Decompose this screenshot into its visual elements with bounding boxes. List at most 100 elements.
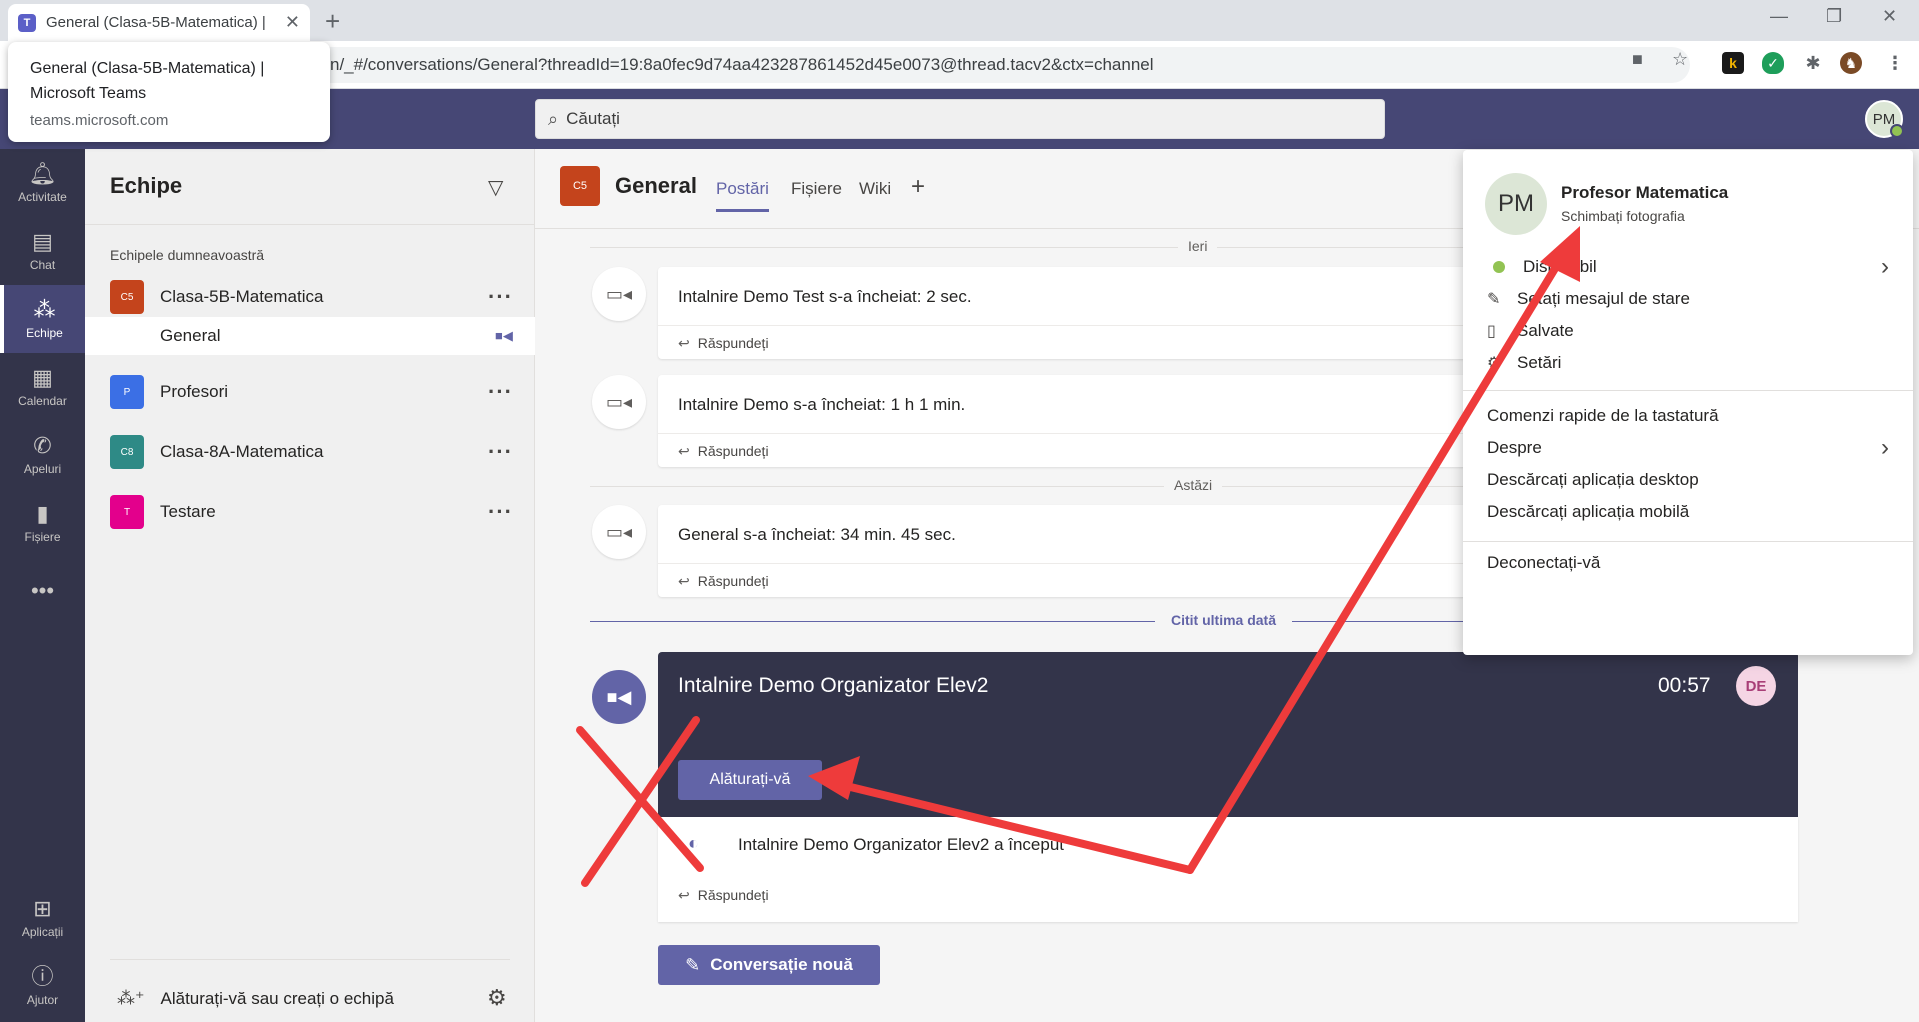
set-status-label: Setați mesajul de stare	[1517, 289, 1690, 308]
star-icon[interactable]: ☆	[1672, 49, 1688, 70]
search-input[interactable]: ⌕ Căutați	[535, 99, 1385, 139]
rail-item-chat[interactable]: ▤ Chat	[0, 217, 85, 285]
help-icon: ⓘ	[31, 964, 54, 989]
last-read-label: Citit ultima dată	[1155, 612, 1293, 628]
profile-avatar[interactable]: PM	[1485, 173, 1547, 235]
meeting-timer: 00:57	[1658, 674, 1711, 697]
tab-wiki[interactable]: Wiki	[859, 179, 891, 199]
meeting-title: Intalnire Demo Organizator Elev2	[678, 674, 989, 697]
download-desktop-item[interactable]: Descărcați aplicația desktop	[1487, 470, 1699, 490]
team-row-testare[interactable]: T Testare ···	[85, 486, 535, 538]
join-meeting-button[interactable]: Alăturați-vă	[678, 760, 822, 800]
extension-k-icon[interactable]: k	[1722, 52, 1744, 74]
date-label: Ieri	[1178, 238, 1218, 254]
channel-avatar: C5	[560, 166, 600, 206]
message-text: Intalnire Demo Test s-a încheiat: 2 sec.	[678, 287, 972, 306]
team-row-profesori[interactable]: P Profesori ···	[85, 366, 535, 418]
team-row-clasa-8a[interactable]: C8 Clasa-8A-Matematica ···	[85, 426, 535, 478]
keyboard-shortcuts-item[interactable]: Comenzi rapide de la tastatură	[1487, 406, 1719, 426]
rail-item-apps[interactable]: ⊞ Aplicații	[0, 884, 85, 952]
gear-icon[interactable]: ⚙	[487, 985, 507, 1011]
tab-files[interactable]: Fișiere	[791, 179, 842, 199]
reply-icon: ↩	[678, 335, 690, 351]
team-name: Testare	[160, 502, 216, 521]
team-name: Clasa-5B-Matematica	[160, 287, 324, 306]
more-options-icon[interactable]: ···	[488, 439, 513, 465]
team-name: Profesori	[160, 382, 229, 401]
divider	[1463, 390, 1913, 391]
rail-label: Chat	[29, 258, 56, 272]
saved-item[interactable]: ▯ Salvate	[1487, 321, 1574, 341]
about-item[interactable]: Despre	[1487, 438, 1542, 458]
browser-tab-title: General (Clasa-5B-Matematica) |	[46, 14, 266, 31]
reply-button[interactable]: ↩ Răspundeți	[678, 887, 769, 904]
meeting-active-icon: ■◀	[495, 328, 513, 343]
reply-label: Răspundeți	[697, 573, 769, 589]
search-icon: ⌕	[548, 108, 559, 129]
join-or-create-team-button[interactable]: ⁂⁺ Alăturați-vă sau creați o echipă	[117, 988, 394, 1009]
rail-item-calendar[interactable]: ▦ Calendar	[0, 353, 85, 421]
rail-label: Apeluri	[23, 462, 62, 476]
message-text: Intalnire Demo s-a încheiat: 1 h 1 min.	[678, 395, 966, 414]
settings-item[interactable]: ⚙ Setări	[1487, 353, 1561, 373]
meeting-started-icon: ◐	[688, 833, 699, 853]
reply-button[interactable]: ↩ Răspundeți	[678, 335, 769, 352]
rail-item-help[interactable]: ⓘ Ajutor	[0, 952, 85, 1020]
browser-tab[interactable]: T General (Clasa-5B-Matematica) | ✕	[8, 4, 310, 41]
teams-icon: ⁂	[33, 297, 56, 322]
extensions-puzzle-icon[interactable]: ✱	[1802, 52, 1824, 74]
minimize-icon[interactable]: —	[1770, 6, 1788, 27]
tab-posts[interactable]: Postări	[716, 179, 769, 212]
chat-icon: ▤	[32, 229, 53, 254]
more-options-icon[interactable]: ···	[488, 284, 513, 310]
about-label: Despre	[1487, 438, 1542, 457]
reply-label: Răspundeți	[697, 443, 769, 459]
search-placeholder: Căutați	[566, 109, 620, 128]
more-options-icon[interactable]: ···	[488, 379, 513, 405]
team-avatar: C8	[110, 435, 144, 469]
camera-icon[interactable]: ■	[1632, 49, 1643, 70]
message-text: General s-a încheiat: 34 min. 45 sec.	[678, 525, 956, 544]
user-avatar[interactable]: PM	[1865, 100, 1904, 138]
add-tab-icon[interactable]: +	[911, 173, 925, 201]
teams-pane: Echipe ▽ Echipele dumneavoastră C5 Clasa…	[85, 149, 535, 1022]
tooltip-title: General (Clasa-5B-Matematica) | Microsof…	[30, 60, 265, 102]
reply-button[interactable]: ↩ Răspundeți	[678, 443, 769, 460]
filter-icon[interactable]: ▽	[488, 175, 503, 200]
sign-out-item[interactable]: Deconectați-vă	[1487, 553, 1600, 573]
restore-icon[interactable]: ❐	[1826, 6, 1842, 27]
more-apps-button[interactable]: •••	[0, 557, 85, 625]
divider	[110, 959, 510, 960]
presence-available-icon	[1890, 124, 1904, 138]
new-tab-icon[interactable]: +	[325, 6, 340, 37]
more-options-icon[interactable]: ···	[488, 499, 513, 525]
phone-icon: ✆	[33, 433, 52, 458]
profile-horse-icon[interactable]: ♞	[1840, 52, 1862, 74]
channel-name: General	[160, 326, 221, 345]
team-row-clasa-5b[interactable]: C5 Clasa-5B-Matematica ···	[85, 271, 535, 323]
channel-general[interactable]: General ■◀	[85, 317, 535, 355]
rail-label: Echipe	[26, 326, 63, 340]
add-team-icon: ⁂⁺	[117, 988, 145, 1008]
status-menu-item[interactable]: Disponibil	[1487, 257, 1597, 277]
gear-icon: ⚙	[1487, 355, 1502, 372]
reply-button[interactable]: ↩ Răspundeți	[678, 573, 769, 590]
change-photo-link[interactable]: Schimbați fotografia	[1561, 208, 1685, 224]
set-status-message-item[interactable]: ✎ Setați mesajul de stare	[1487, 289, 1690, 309]
rail-item-activity[interactable]: 🔔︎ Activitate	[0, 149, 85, 217]
rail-item-calls[interactable]: ✆ Apeluri	[0, 421, 85, 489]
apps-icon: ⊞	[33, 896, 52, 921]
close-window-icon[interactable]: ✕	[1882, 6, 1897, 27]
sign-out-label: Deconectați-vă	[1487, 553, 1601, 572]
download-mobile-label: Descărcați aplicația mobilă	[1487, 502, 1690, 521]
download-mobile-item[interactable]: Descărcați aplicația mobilă	[1487, 502, 1689, 522]
rail-item-teams[interactable]: ⁂ Echipe	[0, 285, 85, 353]
app-rail: 🔔︎ Activitate ▤ Chat ⁂ Echipe ▦ Calendar…	[0, 149, 85, 1022]
rail-item-files[interactable]: ▮ Fișiere	[0, 489, 85, 557]
meeting-ended-icon: ▭◂	[592, 375, 646, 429]
new-conversation-button[interactable]: ✎ Conversație nouă	[658, 945, 880, 985]
shield-extension-icon[interactable]: ✓	[1762, 52, 1784, 74]
browser-menu-icon[interactable]: ⋮	[1884, 52, 1906, 74]
close-tab-icon[interactable]: ✕	[285, 12, 300, 33]
url-field[interactable]: n/_#/conversations/General?threadId=19:8…	[220, 47, 1690, 83]
